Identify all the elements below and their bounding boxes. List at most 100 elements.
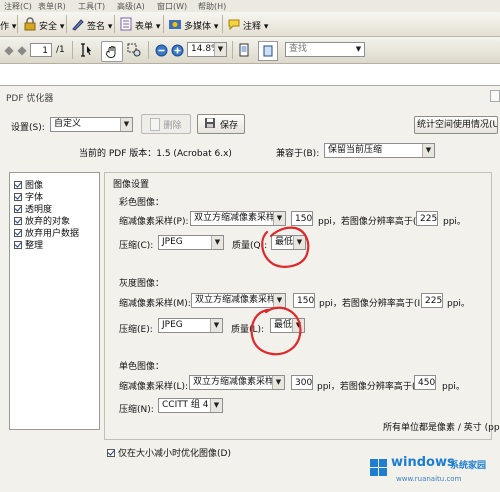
category-list: 图像 字体 透明度 放弃的对象 放弃用户数据 整理 [9, 172, 100, 430]
monochrome-downsample-select[interactable]: 双立方缩减像素采样至 ▼ [189, 375, 285, 390]
color-quality-select[interactable]: 最低 ▼ [271, 235, 306, 250]
page-number-input[interactable]: 1 [30, 43, 52, 57]
comment-icon [226, 16, 242, 32]
watermark-suffix: 系统家园 [450, 461, 487, 471]
grayscale-downsample-value: 双立方缩减像素采样至 [195, 295, 286, 305]
menu-help[interactable]: 帮助(H) [198, 1, 226, 12]
close-icon[interactable] [490, 90, 500, 102]
chevron-down-icon: ▼ [272, 376, 284, 389]
zoom-marquee-icon[interactable] [126, 42, 142, 58]
settings-select[interactable]: 自定义 ▼ [50, 117, 133, 132]
watermark-url: www.ruanaitu.com [396, 475, 462, 483]
fit-page-icon[interactable] [258, 41, 278, 61]
next-page-icon[interactable]: ◆ [14, 42, 30, 58]
optimize-only-if-smaller-option[interactable]: 仅在大小减小时优化图像(D) [107, 446, 231, 459]
settings-value: 自定义 [54, 119, 82, 129]
color-downsample-select[interactable]: 双立方缩减像素采样至 ▼ [190, 211, 286, 226]
settings-label: 设置(S): [11, 123, 45, 133]
color-quality-label: 质量(Q): [232, 241, 268, 251]
find-placeholder: 查找 [289, 44, 308, 54]
chevron-down-icon: ▼ [273, 294, 285, 307]
chevron-down-icon: ▼ [292, 319, 304, 332]
multimedia-button[interactable]: 多媒体 ▾ [184, 19, 218, 32]
color-downsample-label: 缩减像素采样(P): [119, 217, 189, 227]
checkbox-checked[interactable] [14, 216, 22, 225]
grayscale-above-unit: ppi。 [447, 299, 470, 309]
work-menu-button[interactable]: 作 ▾ [0, 19, 16, 32]
grayscale-above-input[interactable]: 225 [421, 293, 443, 308]
menu-advanced[interactable]: 高级(A) [117, 1, 145, 12]
chevron-down-icon: ▼ [210, 399, 222, 412]
toolbar-separator [66, 15, 67, 33]
compatibility-select[interactable]: 保留当前压缩 ▼ [324, 143, 435, 158]
security-button[interactable]: 安全 ▾ [39, 19, 64, 32]
color-compression-value: JPEG [162, 237, 183, 247]
color-ppi-input[interactable]: 150 [291, 211, 313, 226]
menu-window[interactable]: 窗口(W) [157, 1, 187, 12]
grayscale-downsample-select[interactable]: 双立方缩减像素采样至 ▼ [191, 293, 286, 308]
color-images-title: 彩色图像： [119, 198, 165, 208]
grayscale-ppi-input[interactable]: 150 [293, 293, 315, 308]
zoom-select[interactable]: 14.8% ▼ [187, 42, 227, 57]
trash-icon [150, 117, 161, 131]
watermark-brand: windows [391, 455, 455, 470]
page-total: /1 [56, 45, 65, 55]
color-above-input[interactable]: 225 [416, 211, 438, 226]
toolbar-separator [148, 41, 149, 59]
sign-button[interactable]: 签名 ▾ [87, 19, 112, 32]
text-select-icon[interactable] [78, 42, 94, 58]
comment-button[interactable]: 注释 ▾ [243, 19, 268, 32]
monochrome-above-unit: ppi。 [442, 382, 465, 392]
menu-tools[interactable]: 工具(T) [78, 1, 105, 12]
compatibility-label: 兼容于(B): [276, 149, 320, 159]
toolbar-separator [222, 15, 223, 33]
grayscale-quality-select[interactable]: 最低 ▼ [270, 318, 305, 333]
single-page-icon[interactable] [236, 42, 252, 58]
monochrome-ppi-input[interactable]: 300 [291, 375, 313, 390]
menu-comments[interactable]: 注释(C) [4, 1, 32, 12]
grayscale-compression-select[interactable]: JPEG ▼ [158, 318, 223, 333]
color-ppi-text: ppi，若图像分辨率高于(F) [318, 217, 426, 227]
monochrome-compression-select[interactable]: CCITT 组 4 ▼ [158, 398, 223, 413]
checkbox-checked[interactable] [107, 448, 115, 457]
checkbox-checked[interactable] [14, 192, 22, 201]
monochrome-downsample-label: 缩减像素采样(L): [119, 382, 189, 392]
monochrome-above-input[interactable]: 450 [414, 375, 436, 390]
chevron-down-icon: ▼ [422, 144, 434, 157]
grayscale-quality-label: 质量(L): [231, 325, 265, 335]
checkbox-checked[interactable] [14, 240, 22, 249]
toolbar-separator [232, 41, 233, 59]
grayscale-images-title: 灰度图像： [119, 279, 165, 289]
find-field[interactable]: 查找 ▼ [285, 42, 365, 57]
delete-button[interactable]: 删除 [141, 114, 191, 134]
pen-icon [70, 16, 86, 32]
chevron-down-icon: ▼ [120, 118, 132, 131]
category-label: 整理 [25, 241, 44, 251]
menu-forms[interactable]: 表单(R) [38, 1, 66, 12]
grayscale-quality-value: 最低 [274, 320, 293, 330]
hand-tool-icon[interactable] [101, 41, 123, 62]
monochrome-images-title: 单色图像： [119, 362, 165, 372]
chevron-down-icon: ▼ [273, 212, 285, 225]
navigation-toolbar: ◆ ◆ 1 /1 14.8% ▼ 查找 ▼ [0, 37, 500, 64]
monochrome-ppi-text: ppi，若图像分辨率高于(R) [317, 382, 426, 392]
audit-space-usage-button[interactable]: 统计空间使用情况(U)... [414, 116, 498, 134]
checkbox-checked[interactable] [14, 204, 22, 213]
chevron-down-icon: ▼ [214, 43, 226, 56]
forms-button[interactable]: 表单 ▾ [135, 19, 160, 32]
toolbar-separator [72, 41, 73, 59]
zoom-out-icon[interactable] [153, 42, 169, 58]
checkbox-checked[interactable] [14, 228, 22, 237]
checkbox-checked[interactable] [14, 180, 22, 189]
category-item-clean-up[interactable]: 整理 [14, 238, 43, 251]
zoom-in-icon[interactable] [169, 42, 185, 58]
save-button[interactable]: 保存 [197, 114, 245, 134]
dialog-title: PDF 优化器 [6, 94, 54, 104]
grayscale-ppi-text: ppi，若图像分辨率高于(I) [319, 299, 424, 309]
chevron-down-icon: ▼ [210, 319, 222, 332]
monochrome-compression-label: 压缩(N): [119, 405, 154, 415]
toolbar-separator [17, 15, 18, 33]
save-label: 保存 [219, 120, 238, 131]
color-compression-select[interactable]: JPEG ▼ [158, 235, 224, 250]
multimedia-icon [167, 16, 183, 32]
